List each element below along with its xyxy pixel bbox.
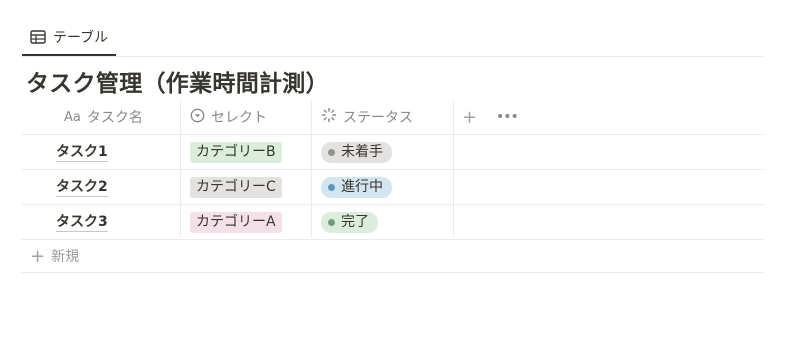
column-header-select[interactable]: セレクト xyxy=(190,100,267,134)
table-row[interactable]: タスク1 カテゴリーB 未着手 xyxy=(22,135,764,170)
status-cell[interactable]: 未着手 xyxy=(321,135,392,169)
status-label: 完了 xyxy=(341,213,369,230)
status-cell[interactable]: 進行中 xyxy=(321,170,392,204)
more-options-button[interactable]: ••• xyxy=(496,100,519,134)
select-tag: カテゴリーC xyxy=(190,176,282,198)
select-property-icon xyxy=(190,108,205,127)
new-row-label: 新規 xyxy=(51,249,80,265)
status-label: 未着手 xyxy=(341,143,383,160)
column-header-task-name[interactable]: Aa タスク名 xyxy=(64,100,143,134)
table-icon xyxy=(30,30,46,44)
new-row-button[interactable]: + 新規 xyxy=(22,240,764,273)
task-name-cell[interactable]: タスク1 xyxy=(56,135,108,169)
select-cell[interactable]: カテゴリーB xyxy=(190,135,282,169)
select-cell[interactable]: カテゴリーA xyxy=(190,205,282,239)
status-badge: 完了 xyxy=(321,211,378,233)
status-dot-icon xyxy=(328,148,335,156)
status-label: 進行中 xyxy=(341,178,383,195)
column-header-label: ステータス xyxy=(343,110,413,126)
status-dot-icon xyxy=(328,218,335,226)
select-cell[interactable]: カテゴリーC xyxy=(190,170,282,204)
select-tag: カテゴリーA xyxy=(190,211,282,233)
table-row[interactable]: タスク2 カテゴリーC 進行中 xyxy=(22,170,764,205)
text-property-icon: Aa xyxy=(64,109,81,125)
add-property-button[interactable]: + xyxy=(462,100,477,134)
view-tabs: テーブル xyxy=(22,0,764,57)
view-tab-table[interactable]: テーブル xyxy=(22,20,117,56)
view-tab-label: テーブル xyxy=(53,30,109,46)
status-badge: 進行中 xyxy=(321,176,392,198)
column-header-status[interactable]: ステータス xyxy=(321,100,413,134)
table-header: Aa タスク名 セレクト ステータス + ••• xyxy=(22,100,764,135)
page-title[interactable]: タスク管理（作業時間計測） xyxy=(26,64,329,98)
status-cell[interactable]: 完了 xyxy=(321,205,378,239)
status-property-icon xyxy=(321,107,337,127)
plus-icon: + xyxy=(30,245,46,267)
task-name-cell[interactable]: タスク2 xyxy=(56,170,108,204)
database-table: Aa タスク名 セレクト ステータス + ••• タスク1 カテゴリーB 未着手… xyxy=(22,100,764,273)
table-row[interactable]: タスク3 カテゴリーA 完了 xyxy=(22,205,764,240)
status-badge: 未着手 xyxy=(321,141,392,163)
status-dot-icon xyxy=(328,183,335,191)
column-header-label: タスク名 xyxy=(86,110,143,126)
column-header-label: セレクト xyxy=(211,110,267,126)
select-tag: カテゴリーB xyxy=(190,141,282,163)
task-name-cell[interactable]: タスク3 xyxy=(56,205,108,239)
